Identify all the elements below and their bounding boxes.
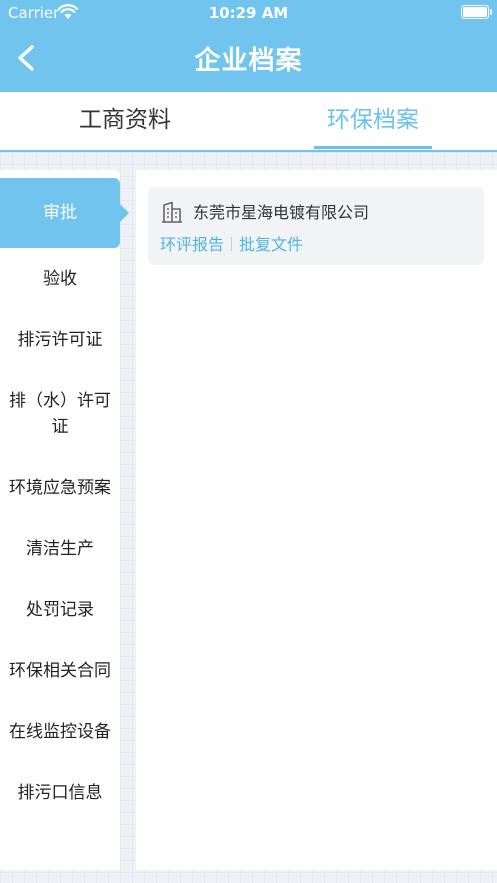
sidebar-item-label: 环境应急预案 xyxy=(9,478,111,498)
sidebar-item-label: 在线监控设备 xyxy=(9,722,111,742)
sidebar-item-contracts[interactable]: 环保相关合同 xyxy=(0,658,120,684)
sidebar-item-label: 排污口信息 xyxy=(17,783,103,803)
tab-label: 工商资料 xyxy=(79,107,171,133)
tab-active-indicator xyxy=(314,146,432,149)
page-title: 企业档案 xyxy=(194,46,303,76)
status-time: 10:29 AM xyxy=(208,4,289,22)
tab-business-info[interactable]: 工商资料 xyxy=(20,92,230,148)
link-divider xyxy=(231,237,233,251)
sidebar-item-acceptance[interactable]: 验收 xyxy=(0,266,120,292)
status-bar: Carrier 10:29 AM xyxy=(0,0,497,26)
sidebar-item-penalty-records[interactable]: 处罚记录 xyxy=(0,597,120,623)
sidebar-item-label: 环保相关合同 xyxy=(9,661,111,681)
building-icon xyxy=(162,201,182,223)
tab-bar: 工商资料 环保档案 xyxy=(0,92,497,152)
content-panel: 东莞市星海电镀有限公司 环评报告 批复文件 xyxy=(136,170,497,870)
sidebar-item-label: 处罚记录 xyxy=(26,600,94,620)
sidebar-item-water-discharge-permit[interactable]: 排（水）许可证 xyxy=(0,388,120,440)
battery-icon xyxy=(461,5,492,19)
tab-environmental-archive[interactable]: 环保档案 xyxy=(268,92,478,149)
sidebar-item-label: 排（水）许可证 xyxy=(9,391,111,437)
sidebar-item-discharge-permit[interactable]: 排污许可证 xyxy=(0,327,120,353)
nav-bar: 企业档案 xyxy=(0,26,497,92)
sidebar-item-label: 审批 xyxy=(43,203,77,223)
sidebar-item-clean-production[interactable]: 清洁生产 xyxy=(0,536,120,562)
approval-document-link[interactable]: 批复文件 xyxy=(239,235,303,254)
sidebar-item-approval[interactable]: 审批 xyxy=(0,178,129,248)
sidebar: 审批 验收 排污许可证 排（水）许可证 环境应急预案 清洁生产 处罚记录 环保相… xyxy=(0,170,129,870)
sidebar-item-monitoring-devices[interactable]: 在线监控设备 xyxy=(0,719,120,745)
sidebar-item-outlet-info[interactable]: 排污口信息 xyxy=(0,780,120,806)
sidebar-item-label: 验收 xyxy=(43,269,77,289)
document-links: 环评报告 批复文件 xyxy=(160,231,303,255)
tab-label: 环保档案 xyxy=(327,107,419,133)
eia-report-link[interactable]: 环评报告 xyxy=(160,235,224,254)
company-name: 东莞市星海电镀有限公司 xyxy=(193,203,370,222)
sidebar-item-label: 清洁生产 xyxy=(26,539,94,559)
sidebar-item-emergency-plan[interactable]: 环境应急预案 xyxy=(0,475,120,501)
sidebar-item-label: 排污许可证 xyxy=(17,330,103,350)
header-bar: Carrier 10:29 AM 企业档案 xyxy=(0,0,497,92)
company-card[interactable]: 东莞市星海电镀有限公司 环评报告 批复文件 xyxy=(148,187,484,265)
